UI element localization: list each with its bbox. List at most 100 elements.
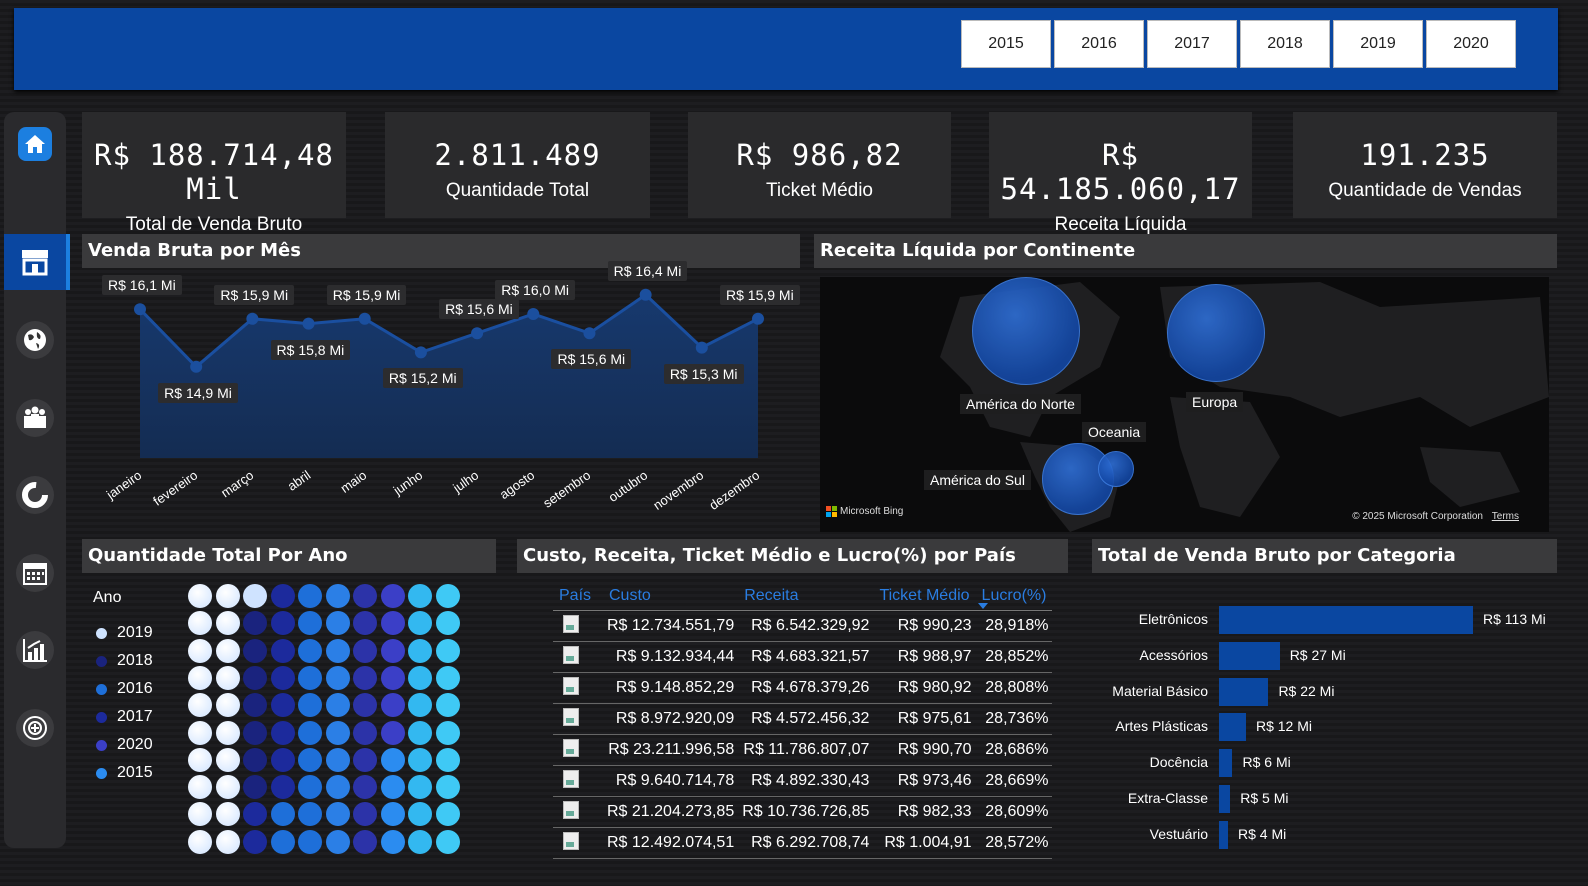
- legend-item-2017[interactable]: 2017: [96, 708, 153, 726]
- data-label-junho: R$ 15,2 Mi: [382, 368, 463, 389]
- bar-1[interactable]: [1219, 641, 1280, 670]
- globe-icon: [16, 321, 54, 359]
- year-button-2019[interactable]: 2019: [1333, 20, 1423, 68]
- point-agosto[interactable]: [527, 308, 540, 320]
- legend-label: 2017: [117, 708, 153, 725]
- point-abril[interactable]: [302, 317, 315, 330]
- dot: [270, 584, 295, 608]
- year-button-2015[interactable]: 2015: [961, 20, 1051, 68]
- data-label-fevereiro: R$ 14,9 Mi: [158, 382, 238, 403]
- broken-image-icon: [563, 614, 579, 633]
- dot: [243, 829, 267, 854]
- bubble-oceania[interactable]: [1098, 451, 1134, 487]
- kpi-value: 191.235: [1360, 138, 1490, 172]
- legend-item-2020[interactable]: 2020: [96, 736, 153, 754]
- table-cell: R$ 11.786.807,07: [738, 734, 874, 766]
- table-row[interactable]: R$ 9.132.934,44 R$ 4.683.321,57 R$ 988,97 2…: [553, 641, 1053, 673]
- nav-button-donut-chart[interactable]: [4, 467, 66, 523]
- point-janeiro[interactable]: [134, 303, 146, 316]
- bar-0[interactable]: [1219, 606, 1473, 634]
- nav-button-target[interactable]: [4, 700, 66, 756]
- dot: [353, 665, 377, 690]
- table-cell: 28,609%: [975, 796, 1053, 828]
- dot: [408, 693, 432, 718]
- column-header-1[interactable]: Custo: [603, 582, 739, 611]
- nav-button-bar-chart[interactable]: [4, 622, 66, 678]
- dot: [380, 665, 405, 690]
- point-junho[interactable]: [414, 346, 427, 359]
- legend-label: 2016: [117, 680, 153, 697]
- nav-button-people[interactable]: [4, 390, 66, 446]
- table-cell: R$ 975,61: [873, 703, 976, 735]
- table-row[interactable]: R$ 21.204.273,85 R$ 10.736.726,85 R$ 982,3…: [553, 796, 1053, 828]
- bubble-europe[interactable]: [1167, 284, 1265, 382]
- dot: [325, 584, 350, 608]
- nav-button-home[interactable]: [4, 116, 66, 172]
- table-cell: R$ 990,70: [873, 734, 976, 766]
- table-row[interactable]: R$ 23.211.996,58 R$ 11.786.807,07 R$ 990,7…: [553, 734, 1053, 766]
- sort-desc-icon[interactable]: [978, 603, 988, 609]
- column-header-0[interactable]: País: [553, 582, 603, 611]
- table-cell: R$ 12.492.074,51: [603, 827, 739, 859]
- legend-item-2015[interactable]: 2015: [96, 764, 153, 782]
- dot: [215, 665, 240, 690]
- point-novembro[interactable]: [695, 341, 708, 354]
- table-cell: R$ 4.572.456,32: [738, 703, 874, 735]
- dot: [243, 611, 267, 636]
- point-julho[interactable]: [471, 327, 484, 340]
- bar-3[interactable]: [1219, 713, 1246, 742]
- legend-item-2018[interactable]: 2018: [96, 652, 153, 670]
- dot: [243, 720, 267, 745]
- continent-map[interactable]: América do Norte Europa Oceania América …: [820, 277, 1549, 532]
- table-cell: 28,852%: [975, 641, 1053, 673]
- country-flag-cell: [553, 672, 603, 704]
- bar-2[interactable]: [1219, 677, 1269, 706]
- nav-button-store[interactable]: [4, 234, 70, 290]
- legend-swatch: [96, 739, 107, 751]
- legend-item-2019[interactable]: 2019: [96, 624, 153, 642]
- bubble-north-america[interactable]: [972, 277, 1080, 385]
- kpi-card-2: R$ 986,82 Ticket Médio: [688, 112, 951, 218]
- point-maio[interactable]: [358, 312, 371, 325]
- legend-item-2016[interactable]: 2016: [96, 680, 153, 698]
- year-button-2020[interactable]: 2020: [1426, 20, 1516, 68]
- dot: [270, 611, 295, 636]
- dot: [188, 829, 212, 854]
- table-row[interactable]: R$ 9.148.852,29 R$ 4.678.379,26 R$ 980,92 2…: [553, 672, 1053, 704]
- year-button-2016[interactable]: 2016: [1054, 20, 1144, 68]
- data-label-setembro: R$ 15,6 Mi: [551, 349, 632, 370]
- column-header-2[interactable]: Receita: [738, 582, 874, 611]
- dot: [270, 747, 295, 772]
- table-cell: R$ 6.292.708,74: [738, 827, 874, 859]
- point-setembro[interactable]: [583, 327, 596, 340]
- point-dezembro[interactable]: [752, 312, 764, 325]
- map-terms-link[interactable]: Terms: [1492, 511, 1519, 522]
- dot: [215, 747, 240, 772]
- bar-value-label: R$ 12 Mi: [1255, 718, 1312, 735]
- nav-button-calendar[interactable]: [4, 545, 66, 601]
- dot: [270, 720, 295, 745]
- table-row[interactable]: R$ 9.640.714,78 R$ 4.892.330,43 R$ 973,46 2…: [553, 765, 1053, 797]
- table-row[interactable]: R$ 8.972.920,09 R$ 4.572.456,32 R$ 975,61 2…: [553, 703, 1053, 735]
- dot: [298, 638, 322, 663]
- point-fevereiro[interactable]: [190, 360, 203, 373]
- year-button-2018[interactable]: 2018: [1240, 20, 1330, 68]
- bar-chart-title: Total de Venda Bruto por Categoria: [1092, 539, 1557, 573]
- legend-title: Ano: [93, 589, 122, 606]
- bar-4[interactable]: [1219, 749, 1233, 778]
- bar-6[interactable]: [1219, 820, 1228, 849]
- table-row[interactable]: R$ 12.734.551,79 R$ 6.542.329,92 R$ 990,23…: [553, 610, 1053, 642]
- dot: [325, 611, 350, 636]
- dot: [325, 829, 350, 854]
- year-button-2017[interactable]: 2017: [1147, 20, 1237, 68]
- bar-5[interactable]: [1219, 785, 1231, 813]
- nav-button-globe[interactable]: [4, 312, 66, 368]
- column-header-3[interactable]: Ticket Médio: [873, 582, 976, 611]
- point-outubro[interactable]: [639, 288, 652, 301]
- point-março[interactable]: [246, 312, 259, 325]
- table-row[interactable]: R$ 12.492.074,51 R$ 6.292.708,74 R$ 1.004,…: [553, 827, 1053, 859]
- bar-value-label: R$ 113 Mi: [1483, 611, 1546, 627]
- table-cell: 28,736%: [975, 703, 1053, 735]
- kpi-card-3: R$ 54.185.060,17 Receita Líquida: [989, 112, 1252, 235]
- country-flag-cell: [553, 796, 603, 828]
